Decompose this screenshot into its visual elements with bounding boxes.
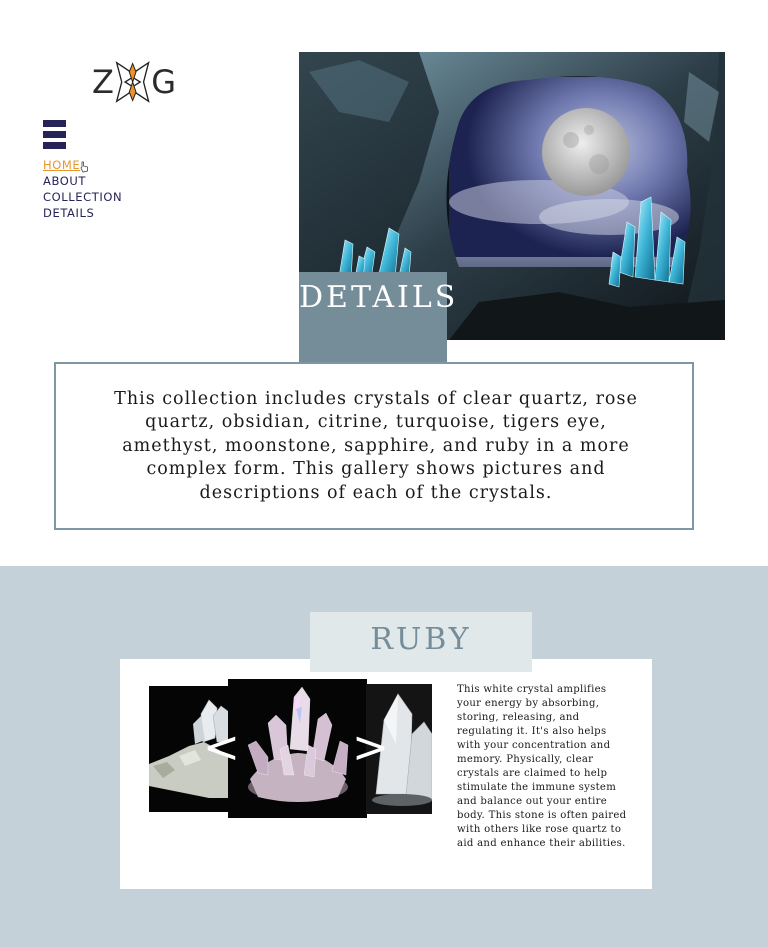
details-heading-box: DETAILS [299,272,459,376]
gallery-title-tab: RUBY [310,612,532,672]
details-heading: DETAILS [299,280,459,315]
collection-description: This collection includes crystals of cle… [114,389,638,503]
gallery-title: RUBY [370,622,472,657]
menu-bar [43,142,66,149]
nav-item-details[interactable]: DETAILS [43,205,122,221]
logo[interactable]: Z G [92,56,176,108]
menu-bar [43,120,66,127]
logo-letter-z: Z [92,63,114,101]
crystal-description: This white crystal amplifies your energy… [457,684,627,849]
amethyst-cluster-image [247,686,349,802]
nav-item-collection[interactable]: COLLECTION [43,189,122,205]
nav-item-about[interactable]: ABOUT [43,173,122,189]
logo-mark-icon [115,61,150,103]
carousel-next-button[interactable]: > [352,726,389,770]
menu-icon[interactable] [43,120,66,151]
collection-description-box: This collection includes crystals of cle… [54,362,694,530]
gallery-image-current[interactable] [228,679,367,818]
carousel-prev-button[interactable]: < [203,726,240,770]
pointer-cursor-icon [80,161,88,173]
logo-letter-g: G [151,63,176,101]
menu-bar [43,131,66,138]
